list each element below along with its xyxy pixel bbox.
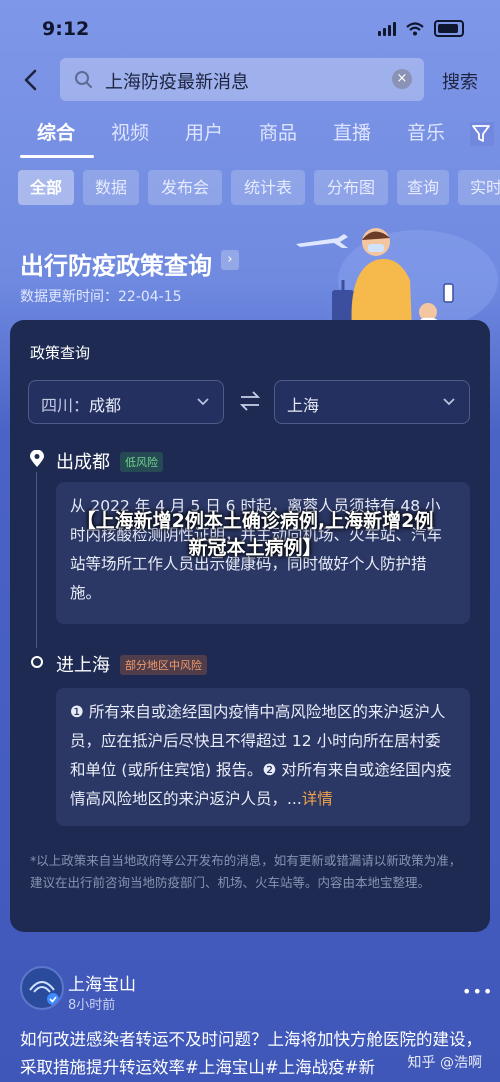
- destination-dot-icon: [31, 656, 43, 668]
- chevron-right-icon[interactable]: ›: [221, 250, 239, 270]
- traveler-illustration: [296, 228, 498, 330]
- tab-music[interactable]: 音乐: [407, 118, 445, 145]
- low-risk-badge: 低风险: [120, 452, 163, 472]
- chip-all[interactable]: 全部: [18, 170, 74, 205]
- disclaimer-note: *以上政策来自当地政府等公开发布的消息，如有更新或错漏请以新政策为准，建议在出行…: [30, 853, 462, 890]
- wifi-icon: [406, 21, 424, 35]
- overlay-headline: 【上海新增2例本土确诊病例,上海新增2例新冠本土病例】: [76, 510, 434, 559]
- watermark: 知乎 @浩啊: [407, 1055, 482, 1071]
- chip-press[interactable]: 发布会: [148, 170, 222, 205]
- chip-realtime[interactable]: 实时: [458, 170, 500, 205]
- chip-query[interactable]: 查询: [397, 170, 449, 205]
- signal-icon: [378, 21, 396, 36]
- chip-stats-table[interactable]: 统计表: [231, 170, 305, 205]
- active-tab-indicator: [20, 155, 94, 158]
- search-input[interactable]: 上海防疫最新消息 ×: [60, 58, 424, 101]
- mid-risk-badge: 部分地区中风险: [120, 655, 207, 675]
- from-province: 四川：: [41, 396, 90, 415]
- policy-query-card: 政策查询 四川：成都 上海 出成都 低风险 从 2022 年 4 月 5 日 6…: [10, 320, 490, 932]
- timeline-line: [36, 472, 37, 648]
- tab-video[interactable]: 视频: [111, 118, 149, 145]
- from-city-select[interactable]: 四川：成都: [28, 380, 224, 424]
- category-chips: 全部 数据 发布会 统计表 分布图 查询 实时: [0, 170, 500, 206]
- tab-goods[interactable]: 商品: [259, 118, 297, 145]
- status-icons: [378, 20, 464, 37]
- details-link[interactable]: 详情: [302, 790, 333, 808]
- to-city: 上海: [287, 396, 320, 415]
- banner-title[interactable]: 出行防疫政策查询: [20, 246, 212, 281]
- location-pin-icon: [30, 450, 44, 467]
- tab-comprehensive[interactable]: 综合: [37, 118, 75, 145]
- back-arrow-icon[interactable]: [20, 66, 42, 94]
- more-options-icon[interactable]: •••: [462, 982, 493, 1001]
- tab-live[interactable]: 直播: [333, 118, 371, 145]
- tab-users[interactable]: 用户: [185, 118, 223, 145]
- status-bar: 9:12: [0, 0, 500, 58]
- search-results-page: 9:12 上海防疫最新消息 × 搜索 综合 视频 用户 商品 直播 音乐 全部 …: [0, 0, 500, 1082]
- card-title: 政策查询: [30, 344, 91, 362]
- arrive-policy-box: ❶ 所有来自或途经国内疫情中高风险地区的来沪返沪人员，应在抵沪后尽快且不得超过 …: [56, 688, 470, 826]
- search-header: 上海防疫最新消息 × 搜索: [0, 58, 500, 102]
- chip-data[interactable]: 数据: [83, 170, 139, 205]
- search-button[interactable]: 搜索: [442, 68, 478, 94]
- to-city-select[interactable]: 上海: [274, 380, 470, 424]
- search-query: 上海防疫最新消息: [105, 72, 249, 93]
- chip-distribution[interactable]: 分布图: [314, 170, 388, 205]
- depart-title: 出成都: [56, 452, 110, 473]
- post-time: 8小时前: [68, 998, 116, 1013]
- chevron-down-icon: [443, 398, 455, 406]
- post-author[interactable]: 上海宝山: [68, 970, 136, 995]
- avatar[interactable]: [20, 966, 64, 1010]
- swap-icon[interactable]: [240, 390, 260, 412]
- chevron-down-icon: [197, 398, 209, 406]
- result-tabs: 综合 视频 用户 商品 直播 音乐: [0, 118, 500, 158]
- filter-icon[interactable]: [470, 122, 494, 146]
- banner-updated: 数据更新时间：22-04-15: [20, 289, 182, 305]
- arrive-policy-text: ❶ 所有来自或途经国内疫情中高风险地区的来沪返沪人员，应在抵沪后尽快且不得超过 …: [70, 703, 452, 808]
- search-icon: [75, 71, 92, 88]
- from-city: 成都: [89, 396, 122, 415]
- status-time: 9:12: [42, 18, 90, 40]
- clear-icon[interactable]: ×: [392, 69, 412, 89]
- battery-icon: [434, 20, 464, 37]
- arrive-title: 进上海: [56, 655, 110, 676]
